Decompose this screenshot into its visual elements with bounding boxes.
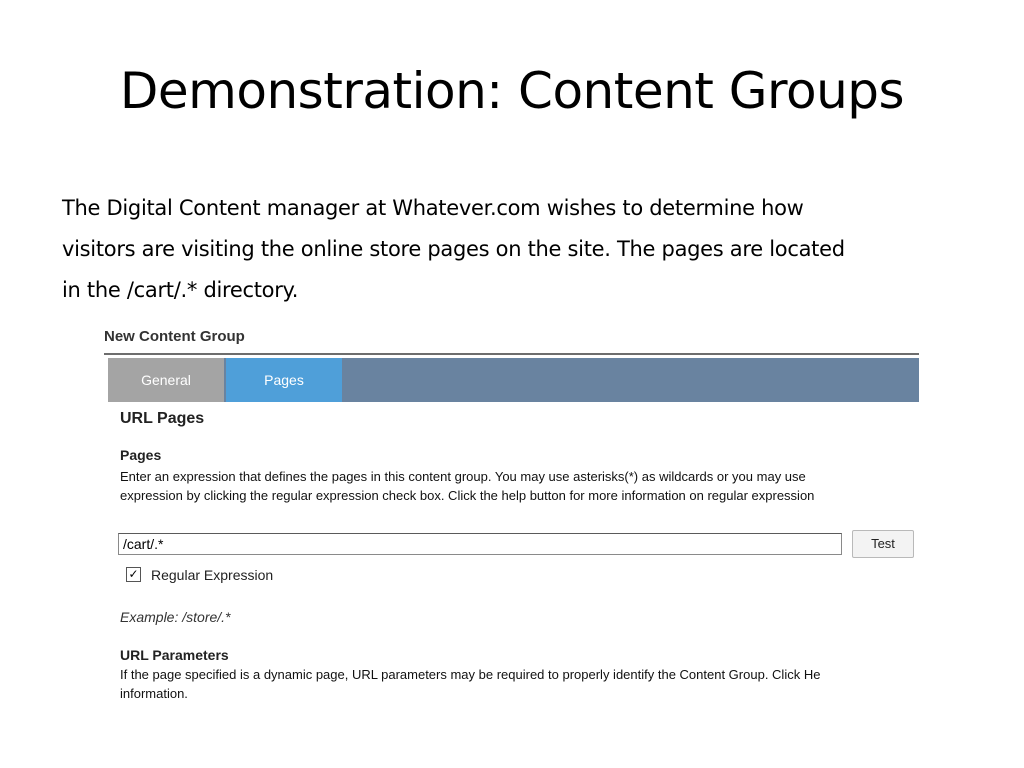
tab-pages[interactable]: Pages <box>226 358 342 402</box>
panel-title: New Content Group <box>104 328 245 345</box>
pages-heading: Pages <box>120 447 162 463</box>
regular-expression-checkbox[interactable]: ✓ <box>126 567 141 582</box>
url-parameters-heading: URL Parameters <box>120 647 229 663</box>
tab-bar: General Pages <box>108 358 919 402</box>
body-line: The Digital Content manager at Whatever.… <box>62 196 804 220</box>
body-line: visitors are visiting the online store p… <box>62 237 845 261</box>
test-button[interactable]: Test <box>852 530 914 558</box>
example-text: Example: /store/.* <box>120 609 231 625</box>
regular-expression-label[interactable]: Regular Expression <box>151 567 273 583</box>
url-parameters-description: information. <box>120 686 188 701</box>
pages-description: expression by clicking the regular expre… <box>120 488 815 503</box>
url-parameters-description: If the page specified is a dynamic page,… <box>120 667 821 682</box>
url-expression-input[interactable] <box>118 533 842 555</box>
slide-title: Demonstration: Content Groups <box>119 62 905 120</box>
panel-divider <box>104 353 919 355</box>
body-line: in the /cart/.* directory. <box>62 278 299 302</box>
section-title: URL Pages <box>120 410 205 427</box>
tab-general[interactable]: General <box>108 358 224 402</box>
checkmark-icon: ✓ <box>128 567 139 581</box>
content-group-panel: New Content Group General Pages URL Page… <box>104 324 919 714</box>
pages-description: Enter an expression that defines the pag… <box>120 469 806 484</box>
slide-body: The Digital Content manager at Whatever.… <box>62 188 962 311</box>
